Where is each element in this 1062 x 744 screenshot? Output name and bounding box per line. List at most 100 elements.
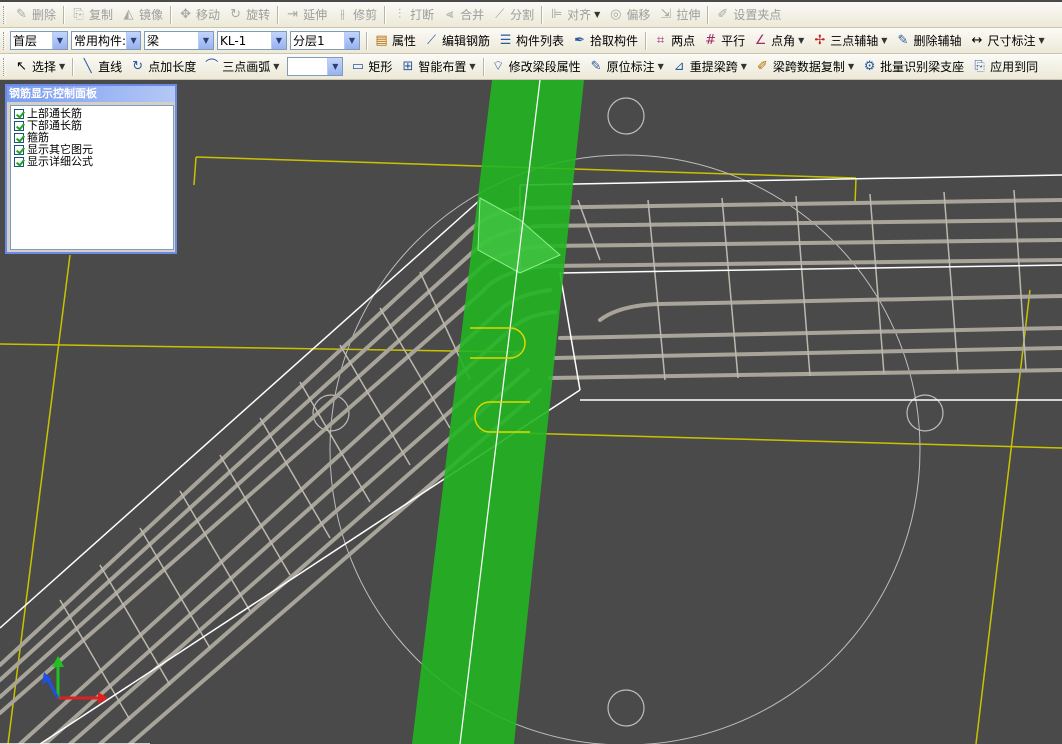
in-place-label-text: 原位标注 (606, 60, 655, 74)
component-list-label: 构件列表 (516, 34, 565, 48)
delete-label: 删除 (32, 8, 57, 22)
rotate-icon: ↻ (230, 7, 242, 22)
two-point-label: 两点 (671, 34, 696, 48)
align-icon: ⊫ (550, 7, 563, 22)
arc-icon: ⌒ (205, 59, 219, 74)
chevron-down-icon: ▼ (657, 62, 664, 71)
point-angle-axis-button[interactable]: ∠ 点角 ▼ (749, 30, 807, 52)
move-label: 移动 (196, 8, 221, 22)
separator (63, 5, 65, 24)
batch-identify-support-label: 批量识别梁支座 (880, 60, 965, 74)
point-length-icon: ↻ (132, 59, 144, 74)
extend-button[interactable]: ⇥ 延伸 (281, 4, 330, 26)
checkbox[interactable] (14, 109, 24, 119)
point-length-button[interactable]: ↻ 点加长度 (126, 56, 199, 78)
modify-span-icon: ⌔ (491, 59, 505, 74)
component-name-value: KL-1 (220, 33, 247, 48)
in-place-label-button[interactable]: ✎ 原位标注 ▼ (585, 56, 667, 78)
floor-select[interactable]: 首层 ▼ (10, 31, 68, 50)
toolbar-grip[interactable] (3, 31, 6, 50)
two-point-axis-button[interactable]: ⌗ 两点 (649, 30, 698, 52)
select-button[interactable]: ↖ 选择 ▼ (10, 56, 68, 78)
chevron-down-icon: ▼ (1038, 36, 1045, 45)
three-point-axis-button[interactable]: ✢ 三点辅轴 ▼ (808, 30, 890, 52)
merge-icon: ⫷ (445, 7, 454, 22)
dimension-button[interactable]: ↔ 尺寸标注 ▼ (965, 30, 1047, 52)
copy-span-data-icon: ✐ (756, 59, 768, 74)
chevron-down-icon: ▼ (881, 36, 888, 45)
component-toolbar: 首层 ▼ 常用构件: ▼ 梁 ▼ KL-1 ▼ 分层1 ▼ ▤ 属性 ⟋ 编辑钢筋 ☰ 构件列表… (0, 28, 1062, 54)
copy-span-data-button[interactable]: ✐ 梁跨数据复制 ▼ (751, 56, 857, 78)
parallel-axis-button[interactable]: # 平行 (699, 30, 748, 52)
copy-button[interactable]: ⎘ 复制 (67, 4, 116, 26)
batch-identify-support-button[interactable]: ⚙ 批量识别梁支座 (858, 56, 967, 78)
checkbox[interactable] (14, 145, 24, 155)
chevron-down-icon[interactable]: ▼ (52, 32, 67, 49)
split-button[interactable]: ⟋ 分割 (488, 4, 537, 26)
checkbox[interactable] (14, 121, 24, 131)
chevron-down-icon: ▼ (798, 36, 805, 45)
separator (541, 5, 543, 24)
draw-toolbar: ↖ 选择 ▼ ╲ 直线 ↻ 点加长度 ⌒ 三点画弧 ▼ ▼ ▭ 矩形 ⊞ 智能布置 ▼ ⌔ 修改梁段… (0, 54, 1062, 80)
mirror-button[interactable]: ◭ 镜像 (117, 4, 166, 26)
point-length-label: 点加长度 (148, 60, 197, 74)
component-list-button[interactable]: ☰ 构件列表 (494, 30, 567, 52)
component-type-value: 常用构件: (74, 34, 127, 48)
rectangle-button[interactable]: ▭ 矩形 (346, 56, 395, 78)
line-button[interactable]: ╲ 直线 (76, 56, 125, 78)
chevron-down-icon[interactable]: ▼ (126, 32, 140, 49)
floor-value: 首层 (13, 34, 38, 48)
three-point-arc-button[interactable]: ⌒ 三点画弧 ▼ (200, 56, 282, 78)
toolbar-grip[interactable] (3, 5, 6, 24)
chevron-down-icon: ▼ (594, 10, 601, 19)
modify-toolbar: ✎ 删除 ⎘ 复制 ◭ 镜像 ✥ 移动 ↻ 旋转 ⇥ 延伸 ⫲ 修剪 ⫶ 打断 ⫷ 合并 ⟋ 分割 … (0, 2, 1062, 28)
dimension-icon: ↔ (971, 33, 983, 48)
apply-same-button[interactable]: ⎘ 应用到同 (968, 56, 1041, 78)
checkbox-show-detailed-formula[interactable]: 显示详细公式 (14, 156, 170, 168)
extend-icon: ⇥ (287, 7, 299, 22)
chevron-down-icon[interactable]: ▼ (198, 32, 213, 49)
component-type-select[interactable]: 常用构件: ▼ (71, 31, 141, 50)
toolbar-grip[interactable] (3, 57, 6, 76)
set-grip-label: 设置夹点 (733, 8, 782, 22)
set-grip-button[interactable]: ✐ 设置夹点 (711, 4, 784, 26)
rotate-label: 旋转 (246, 8, 271, 22)
re-extract-span-button[interactable]: ⊿ 重提梁跨 ▼ (668, 56, 750, 78)
separator (72, 57, 74, 76)
properties-button[interactable]: ▤ 属性 (370, 30, 419, 52)
apply-same-icon: ⎘ (974, 59, 985, 74)
point-angle-icon: ∠ (754, 33, 767, 48)
edit-rebar-button[interactable]: ⟋ 编辑钢筋 (420, 30, 493, 52)
category-select[interactable]: 梁 ▼ (144, 31, 214, 50)
pick-component-button[interactable]: ✒ 拾取构件 (568, 30, 641, 52)
checkbox[interactable] (14, 133, 24, 143)
checkbox[interactable] (14, 157, 24, 167)
component-name-select[interactable]: KL-1 ▼ (217, 31, 287, 50)
in-place-label-icon: ✎ (590, 59, 602, 74)
modify-span-props-button[interactable]: ⌔ 修改梁段属性 (487, 56, 584, 78)
smart-place-button[interactable]: ⊞ 智能布置 ▼ (396, 56, 478, 78)
trim-button[interactable]: ⫲ 修剪 (331, 4, 380, 26)
layer-value: 分层1 (293, 34, 325, 48)
delete-button[interactable]: ✎ 删除 (10, 4, 59, 26)
modify-span-props-label: 修改梁段属性 (508, 60, 581, 74)
cursor-icon: ↖ (16, 59, 27, 74)
offset-button[interactable]: ◎ 偏移 (604, 4, 653, 26)
break-button[interactable]: ⫶ 打断 (388, 4, 437, 26)
rotate-button[interactable]: ↻ 旋转 (224, 4, 273, 26)
chevron-down-icon[interactable]: ▼ (327, 58, 343, 75)
arc-option-select[interactable]: ▼ (287, 57, 344, 76)
align-button[interactable]: ⊫ 对齐 ▼ (545, 4, 603, 26)
stretch-icon: ⇲ (660, 7, 672, 22)
chevron-down-icon[interactable]: ▼ (344, 32, 359, 49)
chevron-down-icon[interactable]: ▼ (271, 32, 286, 49)
trim-icon: ⫲ (340, 7, 345, 22)
stretch-button[interactable]: ⇲ 拉伸 (654, 4, 703, 26)
merge-button[interactable]: ⫷ 合并 (438, 4, 487, 26)
delete-axis-button[interactable]: ✎ 删除辅轴 (891, 30, 964, 52)
panel-title[interactable]: 钢筋显示控制面板 (7, 86, 175, 102)
offset-label: 偏移 (626, 8, 651, 22)
layer-select[interactable]: 分层1 ▼ (290, 31, 360, 50)
separator (170, 5, 172, 24)
move-button[interactable]: ✥ 移动 (174, 4, 223, 26)
